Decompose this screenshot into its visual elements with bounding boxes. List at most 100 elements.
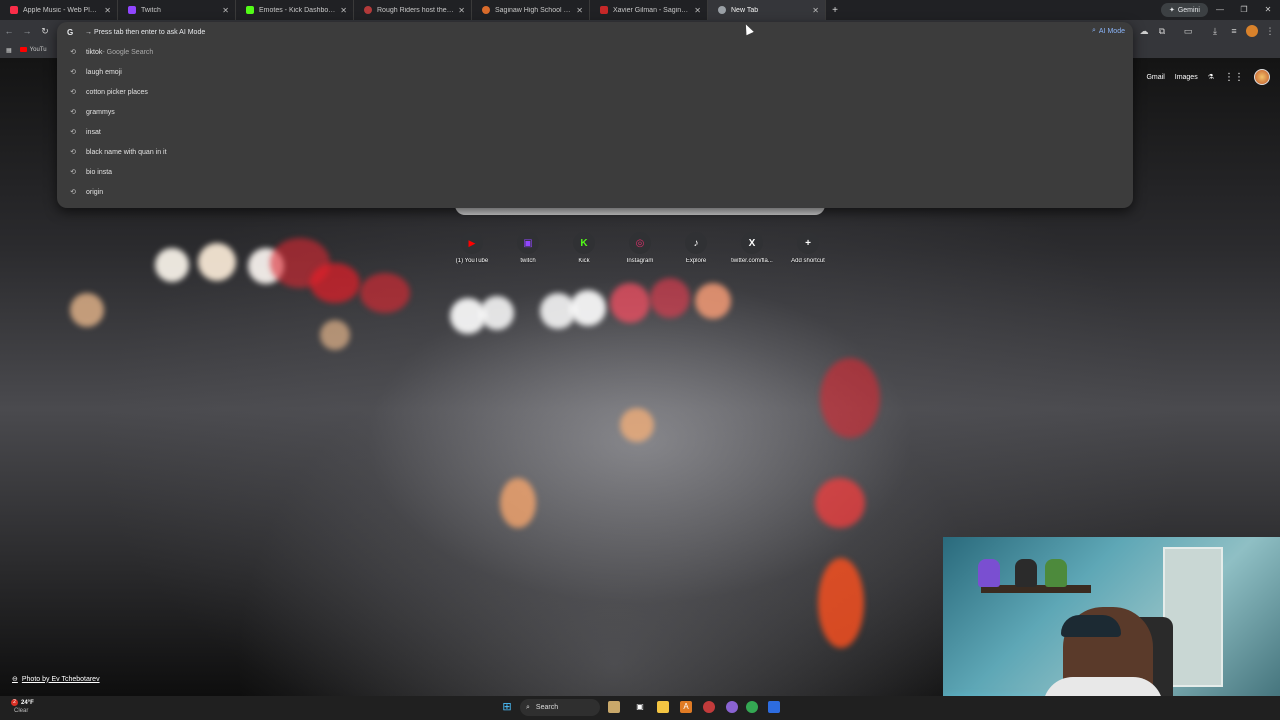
restore-icon[interactable]: ❐ xyxy=(1232,0,1256,20)
close-icon[interactable]: ✕ xyxy=(694,6,701,15)
suggestion-text: black name with quan in it xyxy=(86,148,167,156)
weather-widget[interactable]: 2 24°F Clear xyxy=(11,699,34,715)
tab-strip: Apple Music - Web Player ✕ Twitch ✕ Emot… xyxy=(0,0,1280,20)
taskbar-search[interactable]: ⌕ Search xyxy=(520,699,600,716)
shortcut-tiktok[interactable]: ♪ Explore xyxy=(668,232,724,264)
labs-flask-icon[interactable]: ⚗ xyxy=(1208,73,1214,81)
photo-credit-link[interactable]: ⊖ Photo by Ev Tchebotarev xyxy=(12,675,100,684)
shortcut-kick[interactable]: K Kick xyxy=(556,232,612,264)
gmail-link[interactable]: Gmail xyxy=(1146,74,1164,81)
reload-icon[interactable]: ↻ xyxy=(36,26,54,37)
bookmark-label: YouTu xyxy=(29,47,47,54)
gemini-button[interactable]: ✦ Gemini xyxy=(1160,3,1208,17)
task-view-icon[interactable]: ▣ xyxy=(634,701,646,713)
tab-title: Saginaw High School (Fort Wo xyxy=(495,6,572,14)
shortcut-twitter[interactable]: X twitter.com/fla... xyxy=(724,232,780,264)
suggestion-item[interactable]: ⟲ grammys xyxy=(57,102,1133,122)
back-icon[interactable]: ← xyxy=(0,26,18,36)
ai-mode-label: AI Mode xyxy=(1098,27,1125,35)
ai-mode-button[interactable]: ⌕ AI Mode xyxy=(1086,25,1131,37)
suggestion-text: insat xyxy=(86,128,101,136)
google-apps-icon[interactable]: ⋮⋮ xyxy=(1224,72,1244,83)
forward-icon[interactable]: → xyxy=(18,26,36,36)
plus-icon: + xyxy=(797,232,819,254)
chrome-icon[interactable] xyxy=(746,701,758,713)
history-icon: ⟲ xyxy=(70,149,76,156)
suggestion-item[interactable]: ⟲ bio insta xyxy=(57,162,1133,182)
google-links: Gmail Images ⚗ ⋮⋮ xyxy=(1146,69,1270,85)
tab-title: Twitch xyxy=(141,6,161,14)
tab-title: Emotes - Kick Dashboard xyxy=(259,6,337,14)
widget-app-icon[interactable] xyxy=(608,701,620,713)
site-icon xyxy=(482,6,490,14)
window-close-icon[interactable]: ✕ xyxy=(1256,0,1280,20)
tab-new-tab[interactable]: New Tab ✕ xyxy=(708,0,826,20)
suggestion-suffix: - Google Search xyxy=(102,48,154,56)
shortcut-instagram[interactable]: ◎ Instagram xyxy=(612,232,668,264)
bookmark-youtube[interactable]: YouTu xyxy=(19,46,47,54)
shortcut-label: (1) YouTube xyxy=(455,258,489,264)
suggestion-text: bio insta xyxy=(86,168,113,176)
suggestion-item[interactable]: ⟲ origin xyxy=(57,182,1133,202)
extension-icon[interactable]: ☁ xyxy=(1138,25,1150,37)
shortcut-label: Explore xyxy=(685,258,707,264)
tab-title: Apple Music - Web Player xyxy=(23,6,101,14)
suggestion-item[interactable]: ⟲ tiktok - Google Search xyxy=(57,42,1133,62)
omnibox-input-row[interactable]: G → Press tab then enter to ask AI Mode xyxy=(57,22,1133,42)
app-icon[interactable] xyxy=(703,701,715,713)
download-icon[interactable]: ⤓ xyxy=(1209,25,1221,37)
twitch-icon: ▣ xyxy=(517,232,539,254)
close-icon[interactable]: ✕ xyxy=(222,6,229,15)
app-icon[interactable]: A xyxy=(680,701,692,713)
shortcut-twitch[interactable]: ▣ twitch xyxy=(500,232,556,264)
windows-start-icon[interactable]: ⊞ xyxy=(501,701,513,713)
app-icon[interactable] xyxy=(726,701,738,713)
close-icon[interactable]: ✕ xyxy=(812,6,819,15)
add-shortcut-button[interactable]: + Add shortcut xyxy=(780,232,836,264)
notification-badge: 2 xyxy=(11,699,18,706)
tab-rough-riders[interactable]: Rough Riders host the Granbu ✕ xyxy=(354,0,472,20)
tab-twitch[interactable]: Twitch ✕ xyxy=(118,0,236,20)
minimize-icon[interactable]: — xyxy=(1208,0,1232,20)
close-icon[interactable]: ✕ xyxy=(576,6,583,15)
photo-credit-text: Photo by Ev Tchebotarev xyxy=(21,675,100,683)
close-icon[interactable]: ✕ xyxy=(104,6,111,15)
site-icon xyxy=(600,6,608,14)
kick-icon xyxy=(246,6,254,14)
history-icon: ⟲ xyxy=(70,49,76,56)
instagram-icon: ◎ xyxy=(629,232,651,254)
gemini-label: Gemini xyxy=(1177,6,1200,14)
side-panel-icon[interactable]: ▭ xyxy=(1182,25,1194,37)
suggestion-item[interactable]: ⟲ black name with quan in it xyxy=(57,142,1133,162)
search-icon: ⌕ xyxy=(526,703,530,711)
shortcut-label: twitter.com/fla... xyxy=(731,258,773,264)
account-avatar[interactable] xyxy=(1254,69,1270,85)
tab-apple-music[interactable]: Apple Music - Web Player ✕ xyxy=(0,0,118,20)
tab-kick-emotes[interactable]: Emotes - Kick Dashboard ✕ xyxy=(236,0,354,20)
suggestion-item[interactable]: ⟲ laugh emoji xyxy=(57,62,1133,82)
site-icon xyxy=(364,6,372,14)
tab-saginaw-high[interactable]: Saginaw High School (Fort Wo ✕ xyxy=(472,0,590,20)
images-link[interactable]: Images xyxy=(1175,74,1198,81)
shortcuts-row: ▶ (1) YouTube ▣ twitch K Kick ◎ Instagra… xyxy=(444,232,836,264)
tab-title: New Tab xyxy=(731,6,759,14)
shortcut-youtube[interactable]: ▶ (1) YouTube xyxy=(444,232,500,264)
new-tab-button[interactable]: + xyxy=(826,5,844,16)
close-icon[interactable]: ✕ xyxy=(458,6,465,15)
youtube-icon xyxy=(19,46,27,52)
apps-grid-icon[interactable]: ▦ xyxy=(6,47,12,54)
menu-icon[interactable]: ⋮ xyxy=(1264,25,1276,37)
history-icon: ⟲ xyxy=(70,169,76,176)
tab-title: Xavier Gilman - Saginaw - 58.1 xyxy=(613,6,691,14)
shortcut-label: Instagram xyxy=(626,258,654,264)
extensions-puzzle-icon[interactable]: ⧉ xyxy=(1156,25,1168,37)
suggestion-item[interactable]: ⟲ cotton picker places xyxy=(57,82,1133,102)
app-icon[interactable] xyxy=(768,701,780,713)
suggestion-item[interactable]: ⟲ insat xyxy=(57,122,1133,142)
tab-xavier-gilman[interactable]: Xavier Gilman - Saginaw - 58.1 ✕ xyxy=(590,0,708,20)
history-icon: ⟲ xyxy=(70,189,76,196)
close-icon[interactable]: ✕ xyxy=(340,6,347,15)
profile-avatar[interactable] xyxy=(1246,25,1258,37)
file-explorer-icon[interactable] xyxy=(657,701,669,713)
tab-search-icon[interactable]: ≡ xyxy=(1228,25,1240,37)
